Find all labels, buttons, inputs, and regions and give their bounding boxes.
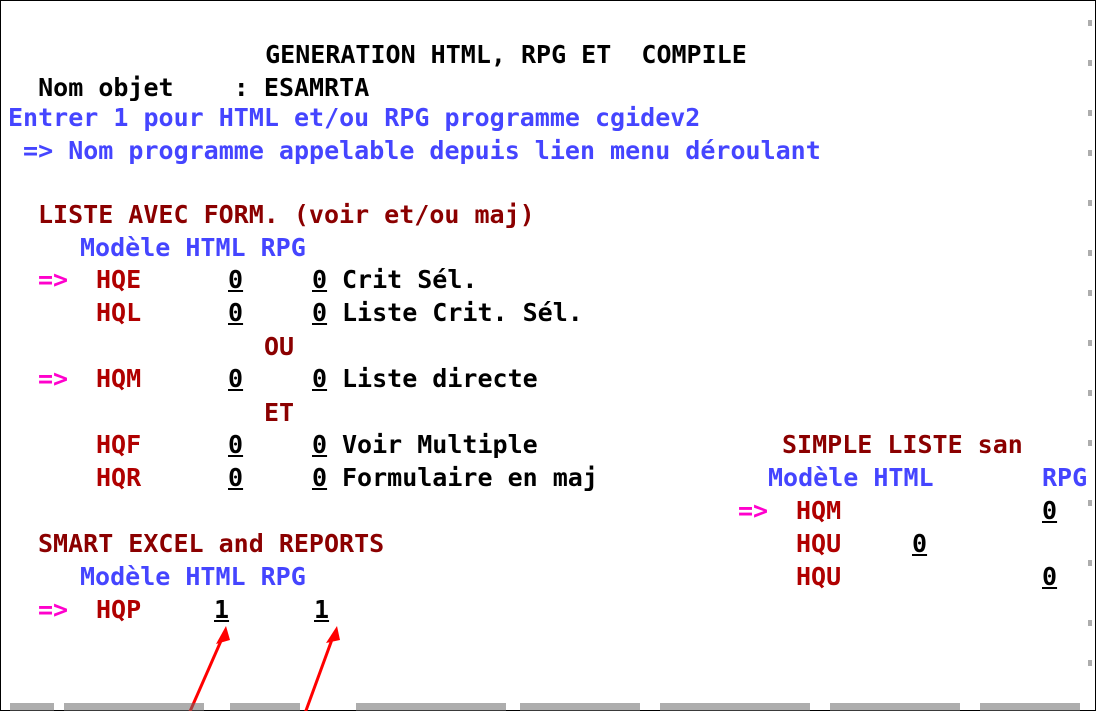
cutoff-right-edge [1084,0,1092,690]
annotation-arrows [188,626,340,711]
cutoff-text-row [0,693,1096,711]
